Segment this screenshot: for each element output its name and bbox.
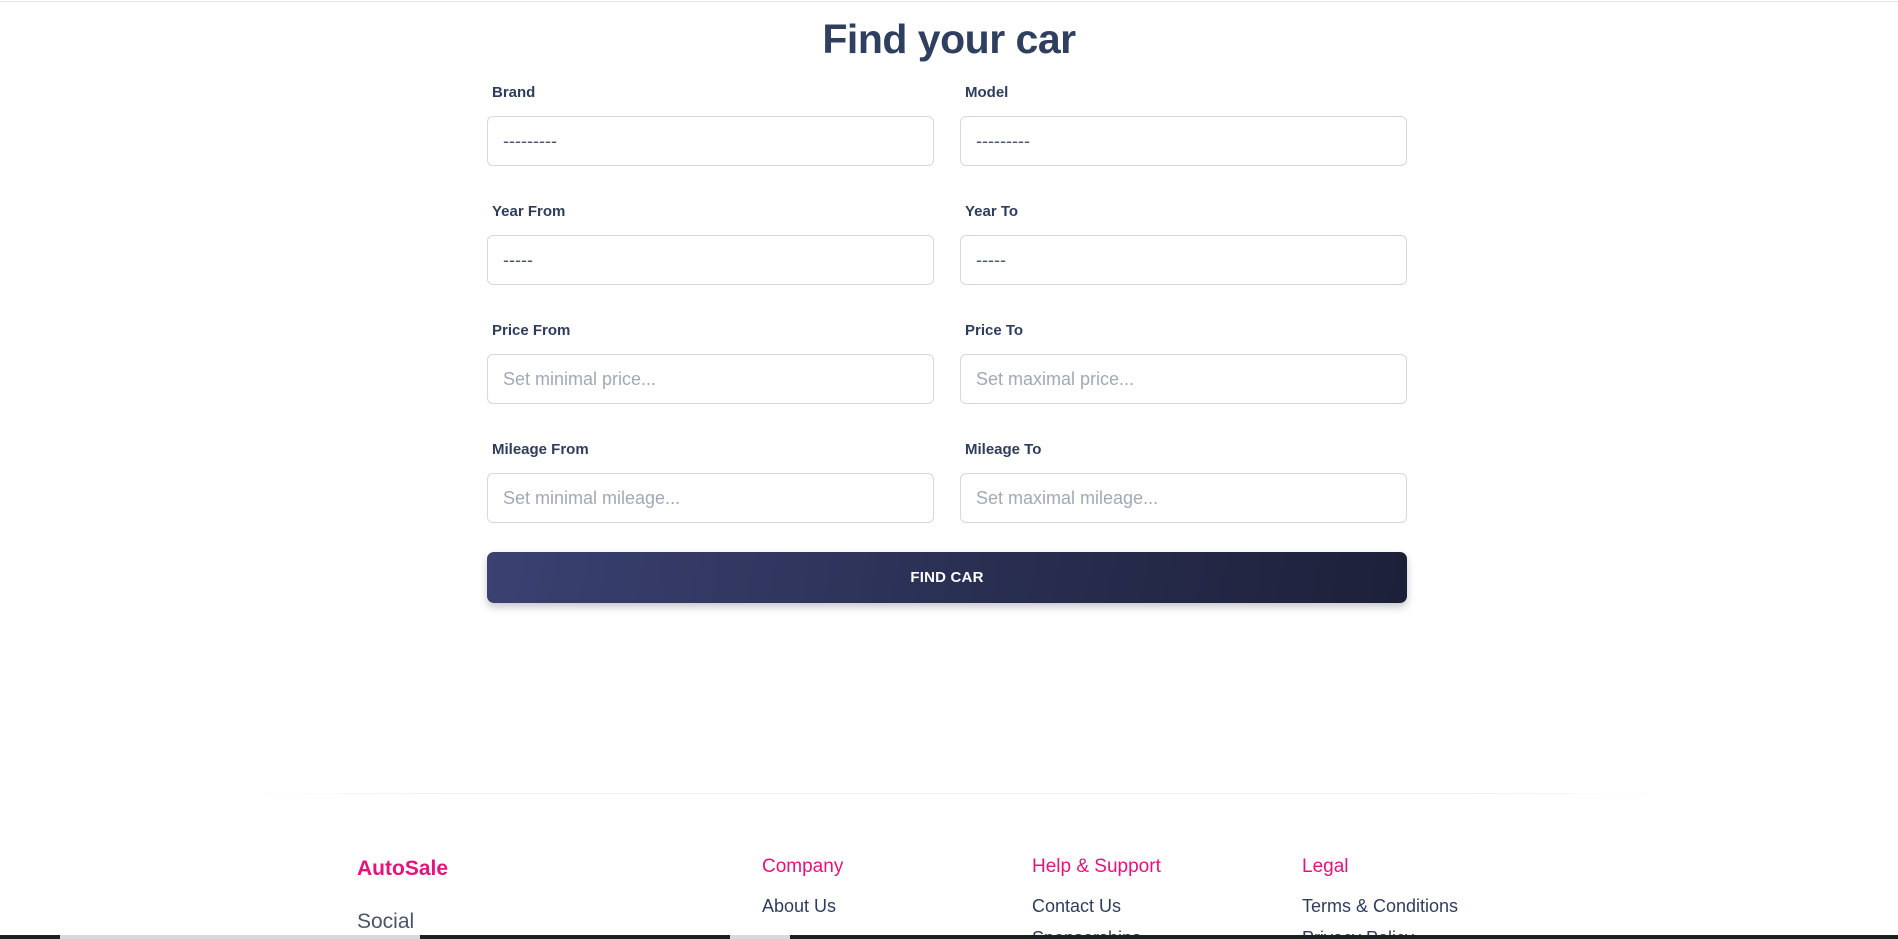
top-divider [0,1,1898,2]
mileage-from-field: Mileage From [487,441,934,560]
footer-help-heading: Help & Support [1032,856,1161,877]
footer-link-terms[interactable]: Terms & Conditions [1302,894,1458,926]
footer-legal-heading: Legal [1302,856,1349,877]
mileage-from-label: Mileage From [492,441,589,458]
brand-field: Brand [487,84,934,203]
bottom-taskbar [0,935,1898,939]
year-from-label: Year From [492,203,566,220]
year-to-field: Year To [960,203,1407,322]
price-to-label: Price To [965,322,1024,339]
price-to-input[interactable] [960,354,1407,404]
footer-social-heading: Social [357,910,415,933]
taskbar-segment [60,935,420,939]
taskbar-segment [730,935,790,939]
price-from-input[interactable] [487,354,934,404]
price-to-field: Price To [960,322,1407,441]
footer-divider [240,793,1670,794]
brand-select[interactable] [487,116,934,166]
form-row-brand-model: Brand Model [487,84,1407,203]
year-to-label: Year To [965,203,1019,220]
form-row-price: Price From Price To [487,322,1407,441]
page-title: Find your car [822,16,1076,62]
model-label: Model [965,84,1009,101]
footer-column-help: Help & Support Contact Us Sponsorships [1032,856,1161,939]
mileage-from-input[interactable] [487,473,934,523]
model-field: Model [960,84,1407,203]
year-from-select[interactable] [487,235,934,285]
footer-column-legal: Legal Terms & Conditions Privacy Policy [1302,856,1458,939]
mileage-to-label: Mileage To [965,441,1042,458]
form-row-year: Year From Year To [487,203,1407,322]
year-to-select[interactable] [960,235,1407,285]
footer-link-contact-us[interactable]: Contact Us [1032,894,1161,926]
brand-label: Brand [492,84,536,101]
footer-brand-logo[interactable]: AutoSale [357,857,448,881]
footer-link-about-us[interactable]: About Us [762,894,843,926]
year-from-field: Year From [487,203,934,322]
find-car-button[interactable]: FIND CAR [487,552,1407,603]
mileage-to-input[interactable] [960,473,1407,523]
model-select[interactable] [960,116,1407,166]
mileage-to-field: Mileage To [960,441,1407,560]
footer-column-company: Company About Us [762,856,843,926]
form-row-mileage: Mileage From Mileage To [487,441,1407,560]
price-from-label: Price From [492,322,571,339]
car-search-form: Brand Model Year From Year To Price From… [487,84,1407,560]
price-from-field: Price From [487,322,934,441]
footer-company-heading: Company [762,856,844,877]
